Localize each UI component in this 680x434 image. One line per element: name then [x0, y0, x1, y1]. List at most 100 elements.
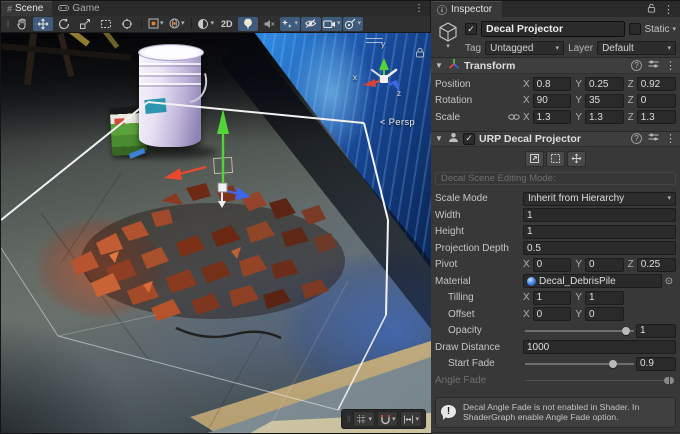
- width-field[interactable]: 1: [523, 208, 676, 222]
- projection-depth-field[interactable]: 0.5: [523, 241, 676, 255]
- lock-icon[interactable]: [647, 3, 656, 16]
- help-icon[interactable]: ?: [631, 60, 642, 71]
- start-fade-value-field[interactable]: 0.9: [636, 357, 676, 371]
- decal-projector-title: URP Decal Projector: [479, 133, 627, 145]
- foldout-icon[interactable]: ▼: [435, 61, 444, 70]
- scale-row: Scale X1.3 Y1.3 Z1.3: [435, 110, 676, 124]
- gizmos-toggle-button[interactable]: ▾: [343, 17, 363, 31]
- draw-distance-row: Draw Distance 1000: [435, 340, 676, 354]
- gizmo-y-label: y: [381, 40, 385, 49]
- scale-edit-mode-button[interactable]: [525, 151, 544, 167]
- global-orientation-button[interactable]: ▾: [167, 17, 187, 31]
- opacity-value-field[interactable]: 1: [636, 324, 676, 338]
- offset-x-field[interactable]: 0: [533, 307, 572, 321]
- height-field[interactable]: 1: [523, 225, 676, 239]
- transform-title: Transform: [464, 60, 627, 72]
- presets-icon[interactable]: [648, 132, 659, 145]
- lock-icon[interactable]: [415, 45, 425, 63]
- link-scale-icon[interactable]: [508, 113, 520, 121]
- active-checkbox[interactable]: ✓: [465, 23, 477, 35]
- snap-toolbar: ‖ ▾ ▾ ▾: [341, 409, 426, 429]
- component-enabled-checkbox[interactable]: ✓: [463, 133, 475, 145]
- scale-mode-dropdown[interactable]: Inherit from Hierarchy ▾: [523, 192, 676, 206]
- projection-mode-label[interactable]: < Persp: [380, 117, 415, 128]
- static-dropdown-icon[interactable]: ▾: [672, 26, 676, 33]
- foldout-icon[interactable]: ▼: [435, 134, 444, 143]
- static-checkbox[interactable]: [629, 23, 641, 35]
- opacity-slider[interactable]: [523, 324, 636, 338]
- start-fade-row: Start Fade 0.9: [435, 357, 676, 371]
- scene-visibility-button[interactable]: [301, 17, 321, 31]
- presets-icon[interactable]: [648, 59, 659, 72]
- rotation-y-field[interactable]: 35: [585, 94, 624, 108]
- camera-settings-button[interactable]: ▾: [322, 17, 342, 31]
- position-y-field[interactable]: 0.25: [585, 77, 624, 91]
- move-snap-button[interactable]: ▾: [377, 411, 399, 427]
- hand-tool-button[interactable]: [12, 17, 32, 31]
- pivot-mode-button[interactable]: ▾: [146, 17, 166, 31]
- rotation-z-field[interactable]: 0: [637, 94, 676, 108]
- inspector-tabbar: ⓘ Inspector ⋮: [431, 1, 680, 17]
- scale-x-field[interactable]: 1.3: [533, 110, 572, 124]
- dropdown-icon: ▾: [210, 20, 214, 27]
- tilling-x-field[interactable]: 1: [533, 291, 572, 305]
- move-tool-button[interactable]: [33, 17, 53, 31]
- 2d-toggle-button[interactable]: 2D: [217, 17, 237, 31]
- material-sphere-icon: [527, 277, 536, 286]
- gizmo-x-label: x: [353, 73, 357, 82]
- material-object-field[interactable]: Decal_DebrisPile: [523, 274, 662, 288]
- scale-z-field[interactable]: 1.3: [637, 110, 676, 124]
- gameobject-cube-icon[interactable]: ▾: [435, 21, 461, 50]
- angle-fade-row: Angle Fade: [435, 373, 676, 387]
- component-menu-icon[interactable]: ⋮: [665, 59, 676, 72]
- tab-scene[interactable]: # Scene: [1, 1, 52, 16]
- decal-body: Scale Mode Inherit from Hierarchy ▾ Widt…: [431, 189, 680, 394]
- gameobject-name-field[interactable]: Decal Projector: [481, 21, 625, 37]
- tab-game[interactable]: Game: [52, 1, 108, 16]
- pivot-z-field[interactable]: 0.25: [637, 258, 676, 272]
- offset-y-field[interactable]: 0: [585, 307, 624, 321]
- rotation-x-field[interactable]: 90: [533, 94, 572, 108]
- pivot-x-field[interactable]: 0: [533, 258, 572, 272]
- scene-viewport[interactable]: y x z < Persp ‖ ▾ ▾: [1, 33, 431, 433]
- draw-distance-field[interactable]: 1000: [523, 340, 676, 354]
- static-label: Static: [644, 24, 669, 35]
- orientation-gizmo[interactable]: y x z: [355, 43, 413, 115]
- scale-y-field[interactable]: 1.3: [585, 110, 624, 124]
- pivot-edit-mode-button[interactable]: [567, 151, 586, 167]
- gameobject-header: ▾ ✓ Decal Projector Static ▾ Tag Untagge…: [431, 17, 680, 57]
- grid-snap-button[interactable]: ▾: [353, 411, 375, 427]
- transform-header[interactable]: ▼ Transform ? ⋮: [431, 57, 680, 74]
- tab-inspector[interactable]: ⓘ Inspector: [431, 1, 502, 17]
- tilling-y-field[interactable]: 1: [585, 291, 624, 305]
- dropdown-icon: ▾: [357, 20, 361, 27]
- help-icon[interactable]: ?: [631, 133, 642, 144]
- warning-icon: !: [441, 405, 458, 420]
- crop-edit-mode-button[interactable]: [546, 151, 565, 167]
- pivot-y-field[interactable]: 0: [585, 258, 624, 272]
- audio-toggle-button[interactable]: [259, 17, 279, 31]
- decal-projector-header[interactable]: ▼ ✓ URP Decal Projector ? ⋮: [431, 131, 680, 147]
- lighting-toggle-button[interactable]: [238, 17, 258, 31]
- shading-mode-button[interactable]: ▾: [196, 17, 216, 31]
- dropdown-icon: ▾: [446, 43, 450, 50]
- position-x-field[interactable]: 0.8: [533, 77, 572, 91]
- inspector-menu-icon[interactable]: ⋮: [663, 3, 674, 16]
- scale-tool-button[interactable]: [75, 17, 95, 31]
- dropdown-icon: ▾: [337, 20, 341, 27]
- rect-tool-button[interactable]: [96, 17, 116, 31]
- tag-dropdown[interactable]: Untagged ▾: [485, 41, 564, 55]
- start-fade-slider[interactable]: [523, 357, 636, 371]
- object-picker-icon[interactable]: ⊙: [662, 276, 676, 287]
- rotate-tool-button[interactable]: [54, 17, 74, 31]
- position-z-field[interactable]: 0.92: [637, 77, 676, 91]
- component-menu-icon[interactable]: ⋮: [665, 132, 676, 145]
- projection-depth-row: Projection Depth 0.5: [435, 241, 676, 255]
- scene-panel-menu-icon[interactable]: ⋮: [408, 1, 430, 16]
- position-row: Position X0.8 Y0.25 Z0.92: [435, 77, 676, 91]
- effects-toggle-button[interactable]: ▾: [280, 17, 300, 31]
- layer-dropdown[interactable]: Default ▾: [597, 41, 676, 55]
- transform-tool-button[interactable]: [117, 17, 137, 31]
- dropdown-icon: ▾: [294, 20, 298, 27]
- increment-snap-button[interactable]: ▾: [400, 411, 422, 427]
